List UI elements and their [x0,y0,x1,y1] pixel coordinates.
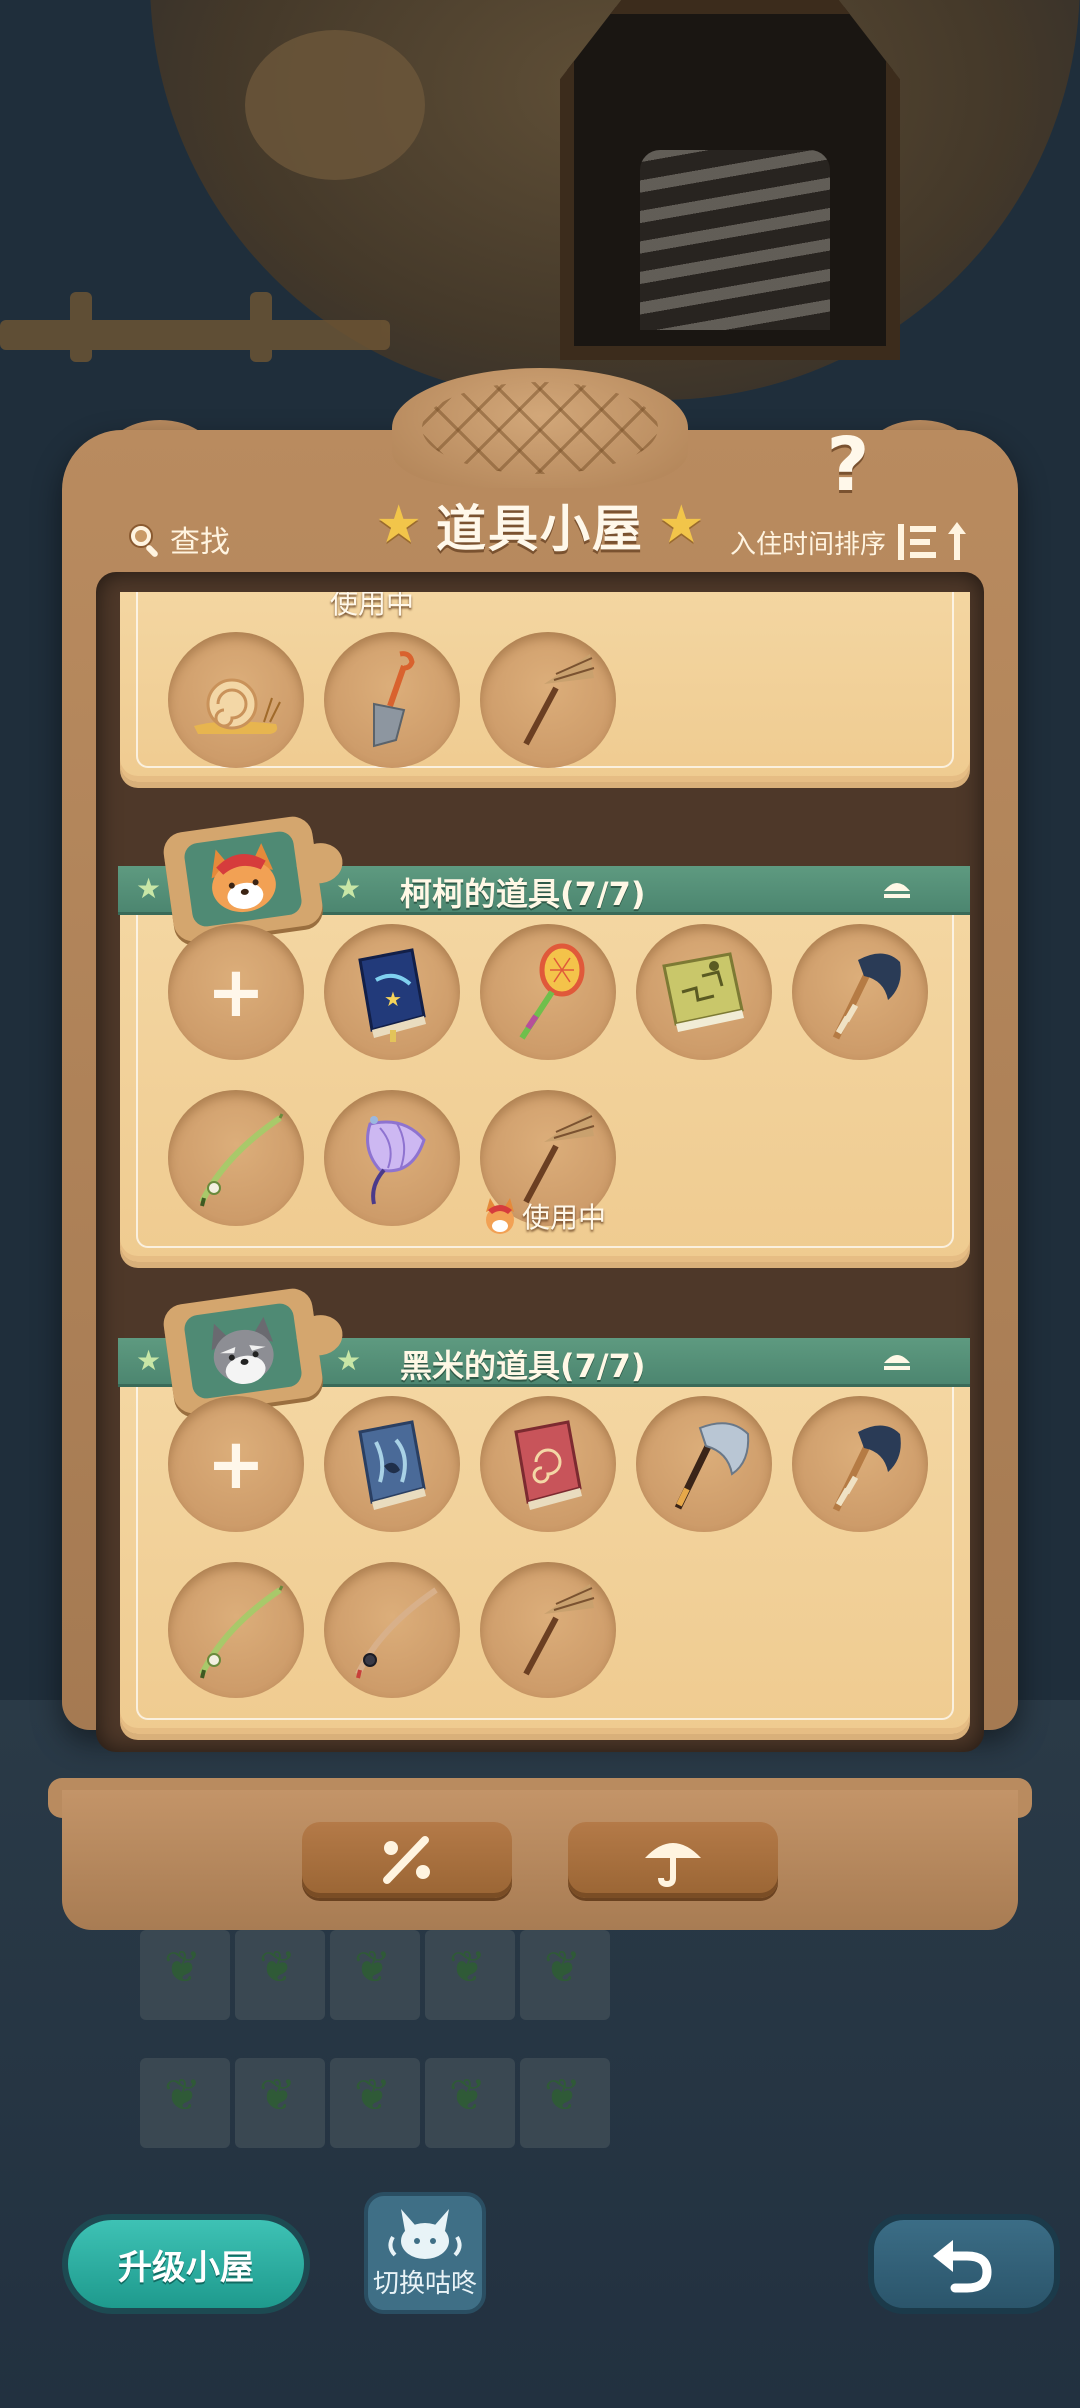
axe-dark-icon [832,1425,901,1512]
corgi-avatar [182,829,304,929]
star-icon: ★ [136,1344,162,1377]
garden-plot [235,2057,325,2148]
schnauzer-avatar [182,1301,304,1401]
garden-plot [140,2057,230,2148]
garden-plot [330,2057,420,2148]
fishing-rod-icon [199,1113,284,1207]
rake-icon [523,1584,595,1676]
in-use-badge: 使用中 [480,1196,606,1236]
add-tool-slot[interactable]: + [168,1396,304,1532]
back-button[interactable] [868,2214,1060,2314]
star-icon: ★ [136,872,162,905]
background-staircase [640,150,830,330]
page-title: 道具小屋 [436,500,644,558]
rake-icon [523,654,595,746]
schnauzer-face-icon [211,1316,274,1384]
search-label: 查找 [170,525,230,560]
tool-slot-silver-axe[interactable] [636,1396,772,1532]
switch-character-label: 切换咕咚 [372,2268,477,2299]
corgi-mini-icon [486,1198,514,1234]
bug-net-icon [519,943,585,1040]
tool-slot-rake[interactable] [480,632,616,768]
snail-icon [194,678,281,734]
star-icon: ★ [336,1344,362,1377]
fishing-rod-icon [199,1585,284,1679]
upgrade-house-button[interactable]: 升级小屋 [62,2214,310,2314]
star-icon: ★ [658,495,705,555]
axe-dark-icon [832,953,901,1040]
red-book-icon [514,1420,582,1510]
in-use-label: 使用中 [330,592,415,620]
in-use-label: 使用中 [522,1201,607,1234]
background-fence [0,292,390,362]
garden-plot [425,1930,515,2020]
tool-slot-dark-axe[interactable] [792,1396,928,1532]
tool-list[interactable]: 使用中 ★ ★ 柯柯的道具(7/7) + ★ 使用中 ★ ★ 黑米的道具(7/7… [118,592,970,1742]
bunny-icon [388,2208,462,2259]
map-book-icon [662,952,744,1032]
percent-tag-icon [383,1836,430,1884]
tool-slot-blue-book[interactable] [324,1396,460,1532]
garden-plot [425,2057,515,2148]
sort-label: 入住时间排序 [730,529,887,560]
help-button[interactable]: ? [818,425,878,505]
garden-plot [140,1930,230,2020]
star-book-icon: ★ [358,948,426,1042]
cabinet-bread-crest [392,368,688,488]
add-tool-slot[interactable]: + [168,924,304,1060]
star-icon: ★ [375,495,422,555]
cabinet-drawer [62,1790,1018,1930]
tool-slot-brown-fishing-rod[interactable] [324,1562,460,1698]
tool-slot-shovel[interactable] [324,632,460,768]
tool-slot-fishing-rod[interactable] [168,1562,304,1698]
collapse-icon[interactable] [880,877,914,901]
umbrella-icon [645,1843,701,1888]
tool-slot-fishing-rod[interactable] [168,1090,304,1226]
tool-slot-rake[interactable] [480,1562,616,1698]
garden-plot [520,1930,610,2020]
svg-text:★: ★ [384,987,402,1011]
tool-slot-star-book[interactable]: ★ [324,924,460,1060]
tool-slot-umbrella[interactable] [324,1090,460,1226]
rake-icon [523,1112,595,1204]
umbrella-icon [366,1116,426,1205]
search-button[interactable]: 查找 [124,514,230,564]
garden-plot [235,1930,325,2020]
sort-button[interactable]: 入住时间排序 [730,520,970,564]
tool-slot-snail[interactable] [168,632,304,768]
switch-character-button[interactable]: 切换咕咚 [364,2192,486,2314]
tool-slot-map-book[interactable] [636,924,772,1060]
background-teapot [245,30,425,180]
blue-book-icon [358,1420,426,1510]
tool-slot-bug-net[interactable] [480,924,616,1060]
background-garden-plots [140,1930,610,2180]
garden-plot [520,2057,610,2148]
collapse-icon[interactable] [880,1349,914,1373]
in-use-badge: 使用中 [330,592,414,622]
sort-order-icon [898,522,967,560]
discount-button[interactable] [302,1822,512,1898]
axe-silver-icon [674,1422,750,1510]
section-title: 黑米的道具(7/7) [400,1347,646,1385]
plus-icon: + [206,951,266,1033]
section-title: 柯柯的道具(7/7) [400,875,646,913]
fishing-rod-brown-icon [355,1587,438,1679]
search-icon [129,524,158,557]
star-icon: ★ [336,872,362,905]
title-banner: ★ 道具小屋 ★ [368,485,712,565]
tool-slot-red-book[interactable] [480,1396,616,1532]
return-arrow-icon [933,2240,992,2293]
corgi-face-icon [211,843,276,913]
tool-slot-dark-axe[interactable] [792,924,928,1060]
garden-plot [330,1930,420,2020]
shovel-icon [373,651,415,748]
umbrella-button[interactable] [568,1822,778,1898]
plus-icon: + [206,1423,266,1505]
